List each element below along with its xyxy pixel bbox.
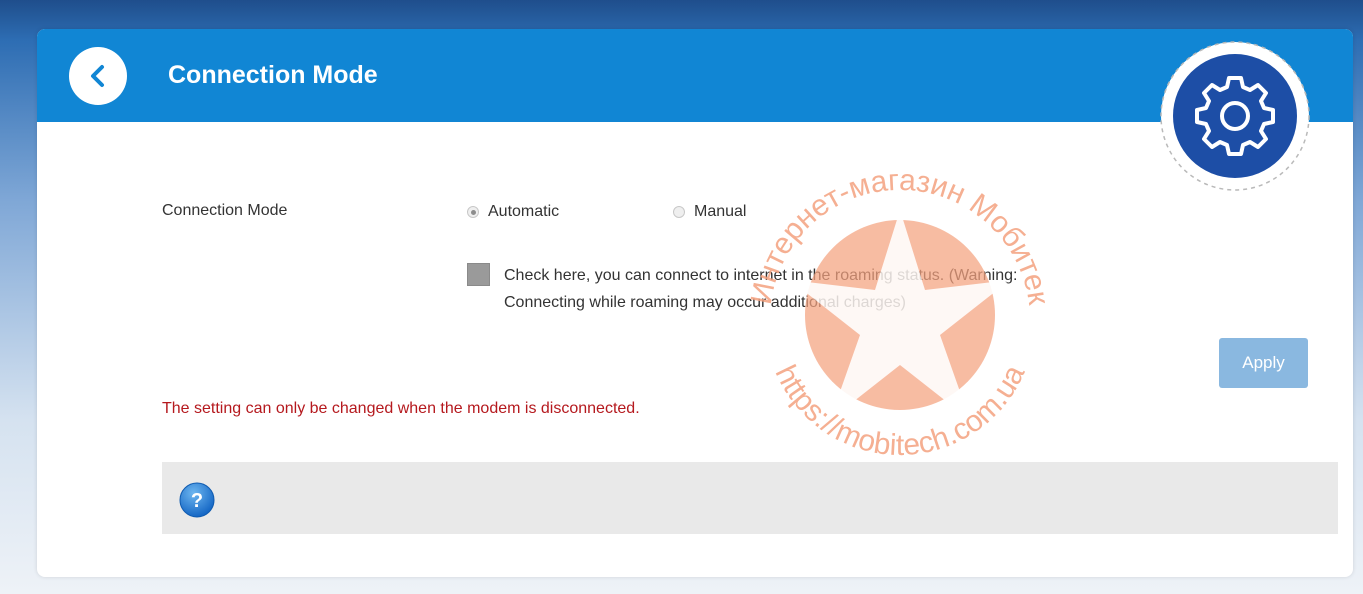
help-icon[interactable]: ? <box>178 481 216 519</box>
svg-text:?: ? <box>191 490 203 512</box>
connection-mode-label: Connection Mode <box>162 202 288 219</box>
chevron-left-icon <box>91 65 104 87</box>
warning-message: The setting can only be changed when the… <box>162 400 640 417</box>
radio-manual[interactable]: Manual <box>673 203 746 221</box>
radio-label-automatic: Automatic <box>488 203 560 220</box>
radio-button-automatic[interactable] <box>467 206 479 218</box>
apply-button[interactable]: Apply <box>1219 338 1308 388</box>
page-header: Connection Mode <box>37 29 1353 122</box>
page-title: Connection Mode <box>168 61 378 89</box>
radio-automatic[interactable]: Automatic <box>467 203 559 221</box>
gear-icon <box>1160 41 1310 191</box>
roaming-checkbox[interactable] <box>467 263 490 286</box>
roaming-text-line2: Connecting while roaming may occur addit… <box>504 294 906 311</box>
radio-button-manual[interactable] <box>673 206 685 218</box>
roaming-description: Check here, you can connect to internet … <box>504 262 1184 316</box>
radio-label-manual: Manual <box>694 203 747 220</box>
help-panel <box>162 462 1338 534</box>
roaming-text-line1: Check here, you can connect to internet … <box>504 267 1018 284</box>
back-button[interactable] <box>69 47 127 105</box>
